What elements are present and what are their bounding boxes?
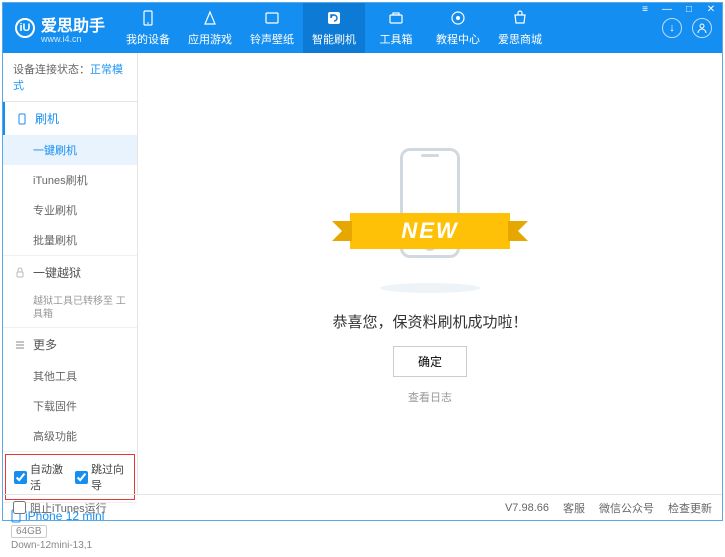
download-icon[interactable]: ↓	[662, 18, 682, 38]
version-label: V7.98.66	[505, 502, 549, 514]
menu-icon	[13, 338, 27, 352]
nav-label: 应用游戏	[188, 31, 232, 47]
apps-icon	[201, 9, 219, 27]
nav-store[interactable]: 爱思商城	[489, 3, 551, 53]
nav-label: 智能刷机	[312, 31, 356, 47]
wallpaper-icon	[263, 9, 281, 27]
brand-logo-icon: iU	[15, 18, 35, 38]
footer: 阻止iTunes运行 V7.98.66 客服 微信公众号 检查更新	[3, 494, 722, 520]
update-link[interactable]: 检查更新	[668, 500, 712, 516]
block-itunes-check[interactable]: 阻止iTunes运行	[13, 500, 107, 516]
book-icon	[449, 9, 467, 27]
section-jailbreak[interactable]: 一键越狱	[3, 256, 137, 289]
menu-button[interactable]: ≡	[637, 4, 653, 15]
sidebar-item-download-fw[interactable]: 下载固件	[3, 391, 137, 421]
brand-name: 爱思助手	[41, 12, 105, 36]
close-button[interactable]: ✕	[703, 4, 719, 15]
service-link[interactable]: 客服	[563, 500, 585, 516]
auto-activate-check[interactable]: 自动激活	[14, 461, 65, 493]
device-storage-badge: 64GB	[11, 525, 47, 538]
confirm-button[interactable]: 确定	[393, 346, 467, 377]
view-log-link[interactable]: 查看日志	[408, 389, 452, 405]
sidebar: 设备连接状态：正常模式 刷机 一键刷机 iTunes刷机 专业刷机 批量刷机 一…	[3, 53, 138, 494]
wechat-link[interactable]: 微信公众号	[599, 500, 654, 516]
nav-label: 铃声壁纸	[250, 31, 294, 47]
toolbox-icon	[387, 9, 405, 27]
nav-tabs: 我的设备 应用游戏 铃声壁纸 智能刷机 工具箱 教程中心	[117, 3, 551, 53]
user-icon[interactable]	[692, 18, 712, 38]
minimize-button[interactable]: —	[659, 4, 675, 15]
nav-label: 爱思商城	[498, 31, 542, 47]
section-title: 刷机	[35, 110, 59, 127]
lock-icon	[13, 266, 27, 280]
brand: iU 爱思助手 www.i4.cn	[3, 12, 117, 44]
phone-small-icon	[15, 112, 29, 126]
phone-icon	[139, 9, 157, 27]
new-ribbon: NEW	[350, 213, 510, 249]
nav-label: 教程中心	[436, 31, 480, 47]
sidebar-item-oneclick-flash[interactable]: 一键刷机	[3, 135, 137, 165]
section-title: 更多	[33, 336, 57, 353]
auto-activate-checkbox[interactable]	[14, 471, 27, 484]
block-itunes-checkbox[interactable]	[13, 501, 26, 514]
nav-ringtones[interactable]: 铃声壁纸	[241, 3, 303, 53]
nav-flash[interactable]: 智能刷机	[303, 3, 365, 53]
success-message: 恭喜您，保资料刷机成功啦！	[332, 311, 527, 332]
section-flash[interactable]: 刷机	[3, 102, 137, 135]
sidebar-item-pro-flash[interactable]: 专业刷机	[3, 195, 137, 225]
nav-tutorials[interactable]: 教程中心	[427, 3, 489, 53]
sidebar-item-other-tools[interactable]: 其他工具	[3, 361, 137, 391]
flash-icon	[325, 9, 343, 27]
skip-guide-checkbox[interactable]	[75, 471, 88, 484]
section-more[interactable]: 更多	[3, 328, 137, 361]
jailbreak-note: 越狱工具已转移至 工具箱	[3, 289, 137, 327]
device-model: Down-12mini-13,1	[11, 540, 129, 551]
store-icon	[511, 9, 529, 27]
nav-label: 工具箱	[380, 31, 413, 47]
nav-devices[interactable]: 我的设备	[117, 3, 179, 53]
section-title: 一键越狱	[33, 264, 81, 281]
titlebar: iU 爱思助手 www.i4.cn 我的设备 应用游戏 铃声壁纸 智能刷机	[3, 3, 722, 53]
success-illustration: NEW	[340, 143, 520, 293]
brand-url: www.i4.cn	[41, 34, 105, 44]
nav-toolbox[interactable]: 工具箱	[365, 3, 427, 53]
nav-label: 我的设备	[126, 31, 170, 47]
main-content: NEW 恭喜您，保资料刷机成功啦！ 确定 查看日志	[138, 53, 722, 494]
nav-apps[interactable]: 应用游戏	[179, 3, 241, 53]
connection-status: 设备连接状态：正常模式	[3, 53, 137, 102]
maximize-button[interactable]: □	[681, 4, 697, 15]
sidebar-item-itunes-flash[interactable]: iTunes刷机	[3, 165, 137, 195]
sidebar-item-batch-flash[interactable]: 批量刷机	[3, 225, 137, 255]
sidebar-item-advanced[interactable]: 高级功能	[3, 421, 137, 451]
skip-guide-check[interactable]: 跳过向导	[75, 461, 126, 493]
